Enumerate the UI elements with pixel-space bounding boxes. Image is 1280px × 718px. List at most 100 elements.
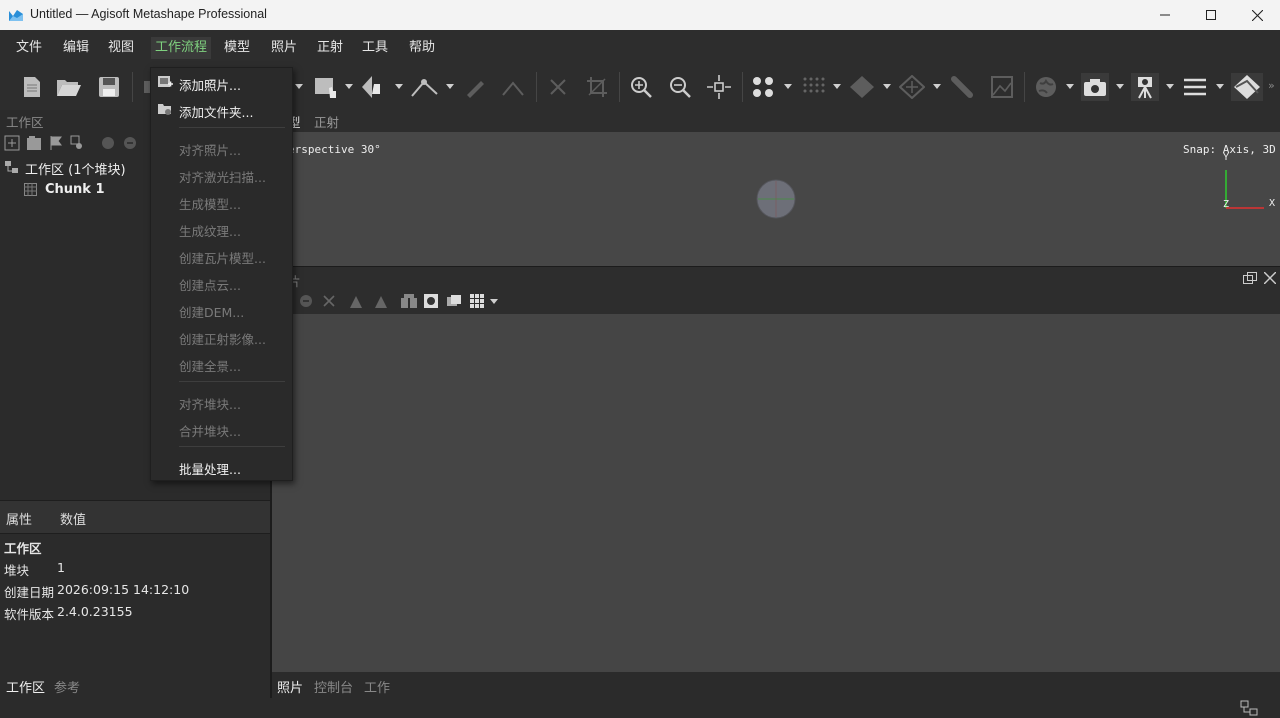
float-pane-icon[interactable] [1243,272,1257,284]
show-markers-button[interactable] [1131,73,1159,101]
perspective-label: erspective 30° [288,143,381,156]
value-column-header[interactable]: 数值 [60,509,86,528]
dropdown-arrow-icon[interactable] [490,299,498,304]
add-chunk-icon[interactable] [4,135,20,151]
dropdown-arrow-icon[interactable] [883,84,891,89]
property-name: 创建日期 [4,585,55,600]
dropdown-arrow-icon[interactable] [1116,84,1124,89]
show-model-button[interactable] [848,73,876,101]
rectangle-select-icon [315,78,336,98]
property-column-header[interactable]: 属性 [6,509,32,528]
points-icon [753,77,773,97]
properties-pane: 属性 数值 工作区 堆块 1 创建日期 2026:09:15 14:12:10 … [0,500,270,671]
property-name: 堆块 [4,563,30,578]
draw-polyline-button[interactable] [461,73,489,101]
open-folder-button[interactable] [55,73,83,101]
menu-help[interactable]: 帮助 [405,37,439,59]
delete-x-icon[interactable] [322,294,336,308]
show-dem-button[interactable] [988,73,1016,101]
diamond-icon [1234,75,1260,99]
menu-align-photos: 对齐照片... [179,143,241,158]
tab-jobs[interactable]: 工作 [364,677,390,696]
tab-photos[interactable]: 照片 [277,677,303,696]
minimize-button[interactable] [1142,0,1188,30]
menu-view[interactable]: 视图 [104,37,138,59]
overlay-icon[interactable] [446,293,462,309]
show-dense-cloud-button[interactable] [799,73,827,101]
add-marker-icon[interactable] [48,135,64,151]
thumbnail-view-icon[interactable] [469,293,485,309]
chunk-item[interactable]: Chunk 1 [45,182,105,197]
property-value: 2.4.0.23155 [57,604,133,619]
network-status-icon[interactable] [1240,700,1258,716]
dropdown-arrow-icon[interactable] [345,84,353,89]
menu-file[interactable]: 文件 [12,37,46,59]
dropdown-arrow-icon[interactable] [784,84,792,89]
navigation-button[interactable] [360,73,388,101]
crop-selection-button[interactable] [583,73,611,101]
tab-ortho-view[interactable]: 正射 [314,112,339,131]
dropdown-arrow-icon[interactable] [1216,84,1224,89]
show-tiled-model-button[interactable] [898,73,926,101]
zoom-in-button[interactable] [627,73,655,101]
show-aligned-chunks-button[interactable] [1231,73,1263,101]
show-shapes-button[interactable] [1032,73,1060,101]
tab-reference[interactable]: 参考 [54,677,80,696]
save-button[interactable] [95,73,123,101]
zoom-out-button[interactable] [666,73,694,101]
new-document-button[interactable] [18,73,46,101]
enable-icon[interactable] [100,135,116,151]
menu-tools[interactable]: 工具 [358,37,392,59]
ruler-button[interactable] [410,73,438,101]
model-viewport[interactable]: erspective 30° Snap: Axis, 3D Y Z X [272,132,1280,266]
dropdown-arrow-icon[interactable] [395,84,403,89]
tripod-camera-icon [1138,77,1152,99]
tab-workspace[interactable]: 工作区 [6,677,45,696]
left-pane-tabs: 工作区 参考 [0,672,270,698]
disable-icon[interactable] [122,135,138,151]
show-cameras-button[interactable] [1081,73,1109,101]
toolbar-overflow-icon[interactable]: » [1268,79,1275,92]
properties-header: 属性 数值 [0,501,270,534]
menu-batch-process[interactable]: 批量处理... [179,459,241,478]
tab-console[interactable]: 控制台 [314,677,353,696]
close-button[interactable] [1234,0,1280,30]
menu-workflow[interactable]: 工作流程 [151,37,212,59]
delete-selection-button[interactable] [544,73,572,101]
dropdown-arrow-icon[interactable] [446,84,454,89]
workspace-pane-title: 工作区 [6,115,44,130]
close-pane-icon[interactable] [1264,272,1276,284]
draw-polygon-button[interactable] [499,73,527,101]
menu-ortho[interactable]: 正射 [313,37,347,59]
status-bar [0,698,1280,718]
navigation-hand-icon [362,76,380,98]
workspace-root[interactable]: 工作区 (1个堆块) [25,159,126,178]
mask-icon[interactable] [423,293,439,309]
dropdown-arrow-icon[interactable] [1166,84,1174,89]
add-photos-icon[interactable] [26,135,42,151]
save-icon [99,77,119,97]
show-points-button[interactable] [749,73,777,101]
filter-icon[interactable] [400,293,418,309]
menu-edit[interactable]: 编辑 [59,37,93,59]
menu-add-folder[interactable]: 添加文件夹... [179,102,253,121]
dropdown-arrow-icon[interactable] [1066,84,1074,89]
add-shape-icon[interactable] [70,135,84,151]
rotate-left-icon[interactable] [348,293,366,309]
menu-add-photos[interactable]: 添加照片... [179,75,241,94]
photos-list-area[interactable] [272,314,1280,672]
menu-photo[interactable]: 照片 [267,37,301,59]
dropdown-arrow-icon[interactable] [933,84,941,89]
rotate-right-icon[interactable] [371,293,389,309]
dropdown-arrow-icon[interactable] [833,84,841,89]
maximize-button[interactable] [1188,0,1234,30]
dropdown-arrow-icon[interactable] [295,84,303,89]
angle-icon [502,81,524,96]
menu-model[interactable]: 模型 [220,37,254,59]
rectangle-select-button[interactable] [312,73,340,101]
show-laser-scans-button[interactable] [948,73,976,101]
trackball-icon[interactable] [756,179,796,219]
reset-view-button[interactable] [705,73,733,101]
show-region-button[interactable] [1181,73,1209,101]
remove-camera-icon[interactable] [299,294,313,308]
